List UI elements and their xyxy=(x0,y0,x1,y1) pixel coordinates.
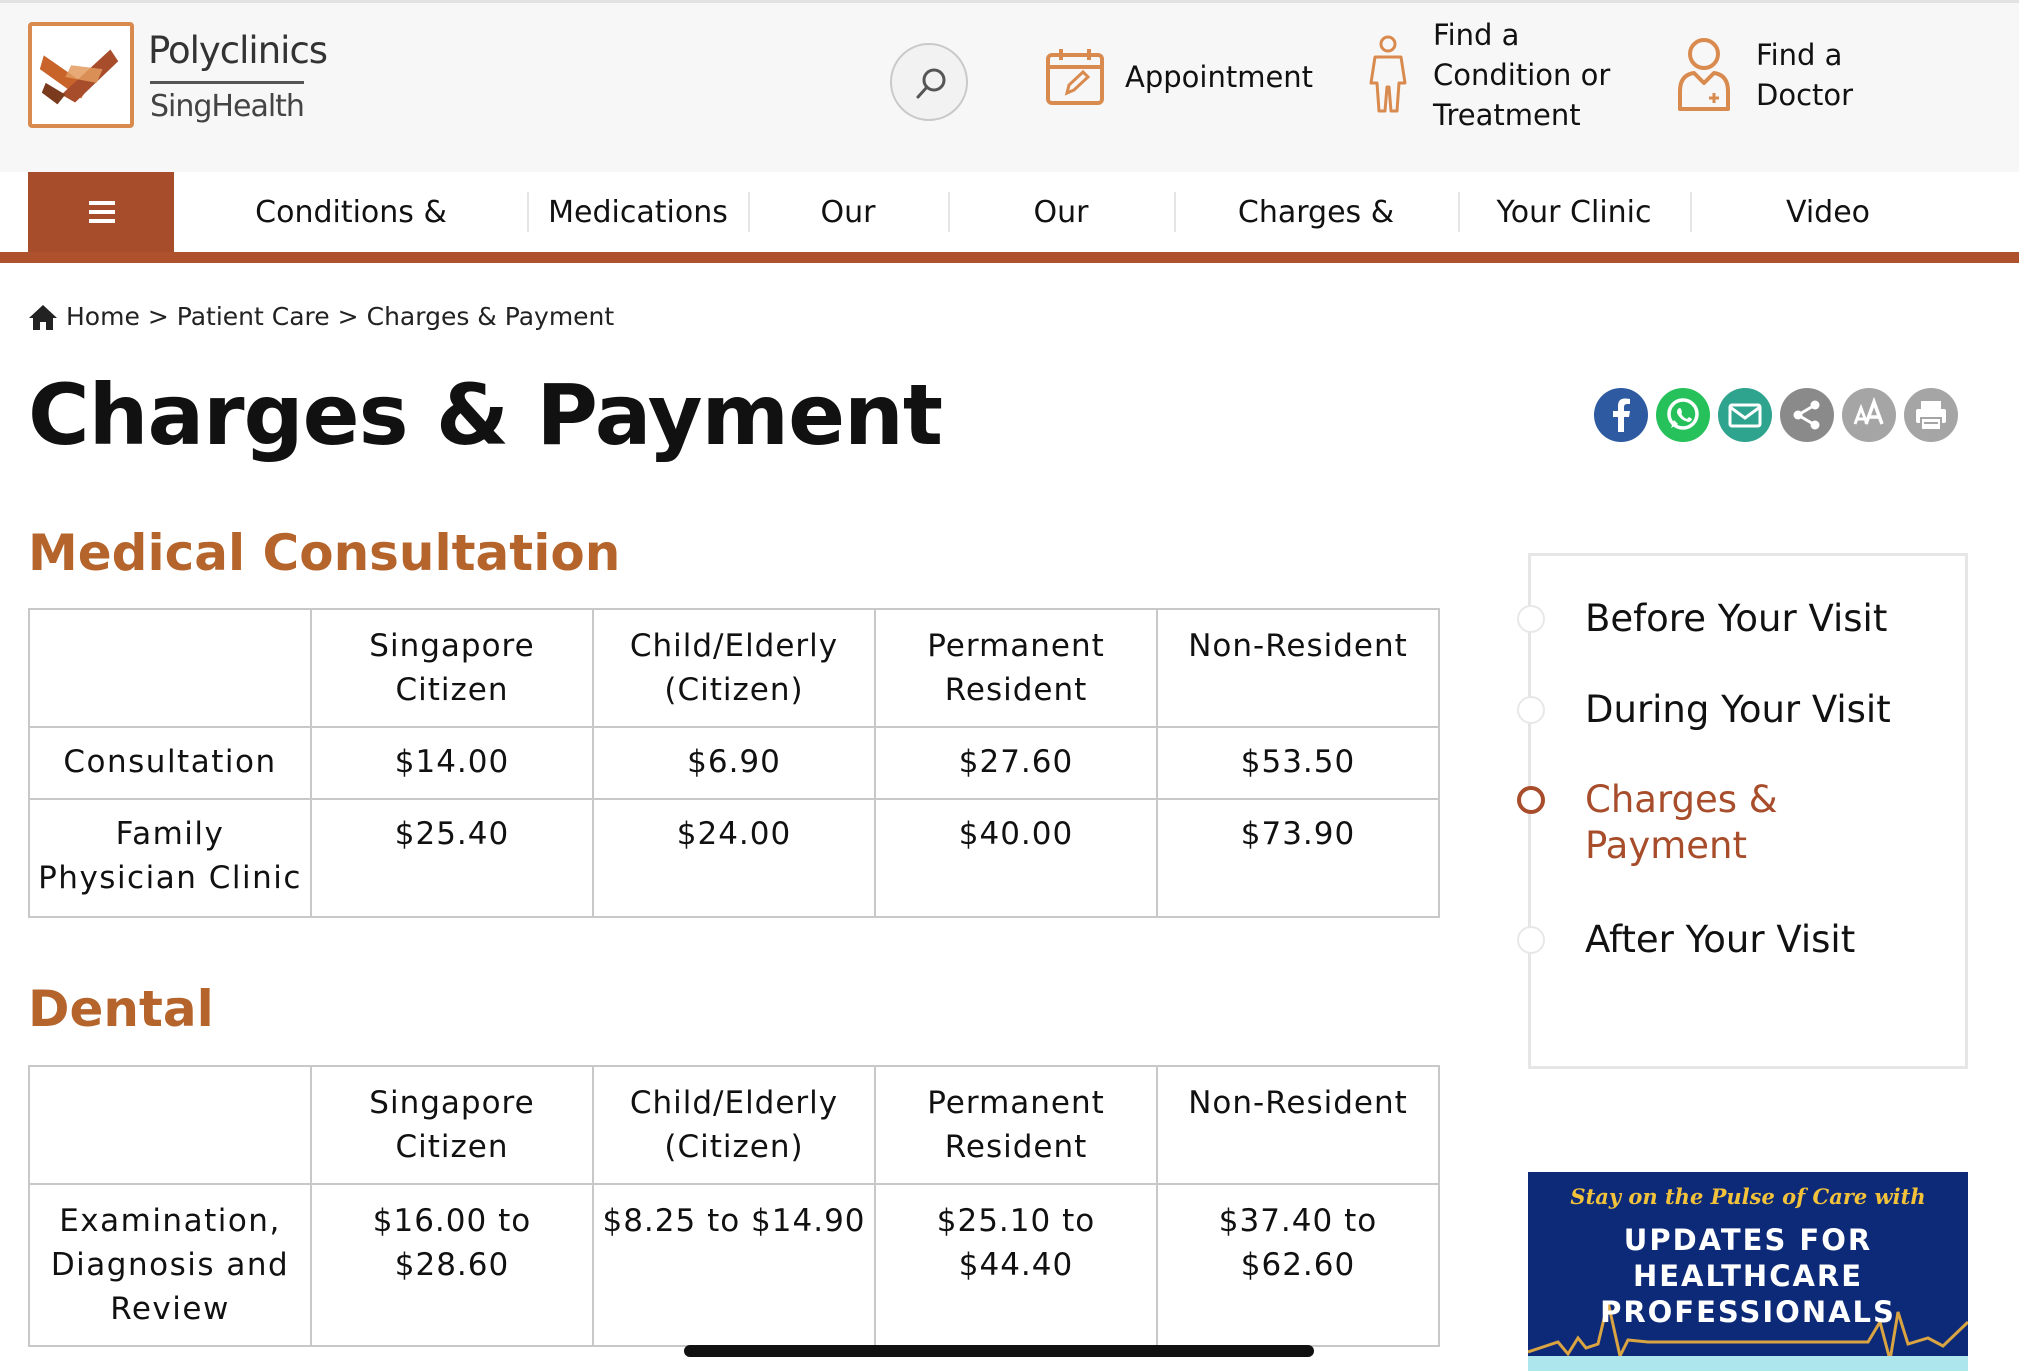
share-icon xyxy=(1780,388,1834,442)
logo-title: Polyclinics xyxy=(148,29,328,72)
table-cell: $24.00 xyxy=(592,798,876,918)
person-icon xyxy=(1369,35,1407,113)
nav-your-clinic[interactable]: Your Clinic xyxy=(1458,172,1690,252)
whatsapp-icon xyxy=(1656,388,1710,442)
table-cell: $40.00 xyxy=(874,798,1158,918)
email-icon xyxy=(1718,388,1772,442)
nav-underline xyxy=(0,252,2019,263)
nav-medications[interactable]: Medications xyxy=(528,172,748,252)
healthcare-professionals-banner[interactable]: Stay on the Pulse of Care with UPDATES F… xyxy=(1528,1172,1968,1371)
table-cell: $53.50 xyxy=(1156,726,1440,800)
table-header-cell: Permanent Resident xyxy=(874,1065,1158,1185)
table-row: Consultation $14.00 $6.90 $27.60 $53.50 xyxy=(28,726,1440,800)
table-header-cell: Permanent Resident xyxy=(874,608,1158,728)
table-cell: $25.40 xyxy=(310,798,594,918)
table-header-cell xyxy=(28,1065,312,1185)
table-row: Family Physician Clinic $25.40 $24.00 $4… xyxy=(28,798,1440,918)
font-size-icon xyxy=(1842,388,1896,442)
table-row-label: Examination, Diagnosis and Review xyxy=(28,1183,312,1347)
table-header-cell: Child/Elderly (Citizen) xyxy=(592,608,876,728)
breadcrumb-patient-care[interactable]: Patient Care xyxy=(177,302,330,331)
table-header-cell: Singapore Citizen xyxy=(310,1065,594,1185)
site-header: Polyclinics SingHealth Appointment Find … xyxy=(0,0,2019,172)
font-size-button[interactable] xyxy=(1842,388,1896,442)
nav-our-1[interactable]: Our xyxy=(748,172,948,252)
table-header-cell xyxy=(28,608,312,728)
hamburger-menu-icon[interactable] xyxy=(28,172,174,252)
print-icon xyxy=(1904,388,1958,442)
breadcrumb-current: Charges & Payment xyxy=(366,302,615,331)
side-nav-dot xyxy=(1517,696,1545,724)
table-cell: $8.25 to $14.90 xyxy=(592,1183,876,1347)
nav-video[interactable]: Video xyxy=(1690,172,1966,252)
logo-subtitle: SingHealth xyxy=(150,89,305,124)
breadcrumb-separator: > xyxy=(147,302,169,331)
find-doctor-link[interactable]: Find a Doctor xyxy=(1676,35,1853,115)
calendar-edit-icon xyxy=(1046,49,1104,105)
find-condition-label: Find a Condition or Treatment xyxy=(1433,18,1611,132)
appointment-link[interactable]: Appointment xyxy=(1043,45,1313,109)
nav-conditions[interactable]: Conditions & xyxy=(174,172,528,252)
table-cell: $6.90 xyxy=(592,726,876,800)
home-icon[interactable] xyxy=(28,303,58,331)
banner-headline: UPDATES FOR HEALTHCARE PROFESSIONALS xyxy=(1600,1223,1896,1329)
dental-fees-table: Singapore Citizen Child/Elderly (Citizen… xyxy=(28,1065,1440,1347)
side-nav-dot-active xyxy=(1517,786,1545,814)
table-header-cell: Child/Elderly (Citizen) xyxy=(592,1065,876,1185)
banner-tagline: Stay on the Pulse of Care with xyxy=(1570,1184,1926,1209)
table-header-row: Singapore Citizen Child/Elderly (Citizen… xyxy=(28,1065,1440,1185)
print-button[interactable] xyxy=(1904,388,1958,442)
table-cell: $73.90 xyxy=(1156,798,1440,918)
singhealth-logo-icon[interactable] xyxy=(28,22,134,128)
banner-cta-strip[interactable] xyxy=(1528,1356,1968,1371)
search-button[interactable] xyxy=(890,43,968,121)
table-row-label: Family Physician Clinic xyxy=(28,798,312,918)
find-condition-link[interactable]: Find a Condition or Treatment xyxy=(1363,15,1610,135)
nav-charges[interactable]: Charges & xyxy=(1174,172,1458,252)
breadcrumb-separator: > xyxy=(337,302,359,331)
side-nav: Before Your Visit During Your Visit Char… xyxy=(1517,553,1968,1069)
side-nav-during-visit[interactable]: During Your Visit xyxy=(1585,687,1891,733)
section-title-dental: Dental xyxy=(28,980,214,1038)
page-title: Charges & Payment xyxy=(28,366,943,464)
table-header-cell: Singapore Citizen xyxy=(310,608,594,728)
facebook-share-button[interactable] xyxy=(1594,388,1648,442)
doctor-icon xyxy=(1678,38,1730,111)
whatsapp-share-button[interactable] xyxy=(1656,388,1710,442)
side-nav-charges-payment[interactable]: Charges & Payment xyxy=(1585,777,1805,869)
facebook-icon xyxy=(1594,388,1648,442)
table-cell: $27.60 xyxy=(874,726,1158,800)
home-indicator xyxy=(684,1345,1314,1357)
table-cell: $16.00 to $28.60 xyxy=(310,1183,594,1347)
side-nav-after-visit[interactable]: After Your Visit xyxy=(1585,917,1855,963)
table-cell: $14.00 xyxy=(310,726,594,800)
side-nav-dot xyxy=(1517,926,1545,954)
logo-divider xyxy=(150,81,304,84)
section-title-medical: Medical Consultation xyxy=(28,524,621,582)
side-nav-before-visit[interactable]: Before Your Visit xyxy=(1585,596,1887,642)
find-doctor-label: Find a Doctor xyxy=(1756,38,1854,112)
breadcrumb-home[interactable]: Home xyxy=(66,302,140,331)
table-header-cell: Non-Resident xyxy=(1156,608,1440,728)
side-nav-dot xyxy=(1517,605,1545,633)
breadcrumb: Home > Patient Care > Charges & Payment xyxy=(28,302,614,331)
email-share-button[interactable] xyxy=(1718,388,1772,442)
nav-our-2[interactable]: Our xyxy=(948,172,1174,252)
table-header-row: Singapore Citizen Child/Elderly (Citizen… xyxy=(28,608,1440,728)
search-icon xyxy=(916,68,946,99)
table-header-cell: Non-Resident xyxy=(1156,1065,1440,1185)
medical-fees-table: Singapore Citizen Child/Elderly (Citizen… xyxy=(28,608,1440,918)
appointment-label: Appointment xyxy=(1125,60,1314,94)
share-button[interactable] xyxy=(1780,388,1834,442)
table-cell: $25.10 to $44.40 xyxy=(874,1183,1158,1347)
table-cell: $37.40 to $62.60 xyxy=(1156,1183,1440,1347)
table-row-label: Consultation xyxy=(28,726,312,800)
table-row: Examination, Diagnosis and Review $16.00… xyxy=(28,1183,1440,1347)
